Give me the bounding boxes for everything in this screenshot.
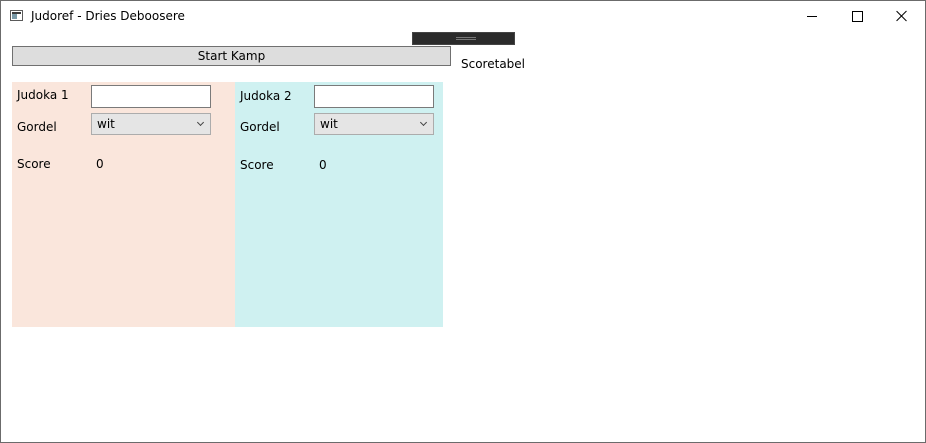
judoka-1-belt-value: wit <box>97 117 115 131</box>
start-kamp-button[interactable]: Start Kamp <box>12 46 451 66</box>
window-title: Judoref - Dries Deboosere <box>31 9 185 23</box>
maximize-button[interactable] <box>834 1 880 31</box>
maximize-icon <box>851 10 863 22</box>
minimize-icon <box>807 15 817 17</box>
close-button[interactable] <box>879 1 925 31</box>
judoka-1-panel: Judoka 1 Gordel wit Score 0 <box>12 82 235 327</box>
judoka-1-score-label: Score <box>17 157 51 171</box>
judoka-2-label: Judoka 2 <box>240 89 292 103</box>
minimize-button[interactable] <box>789 1 835 31</box>
main-window: Judoref - Dries Deboosere Start Kamp Sco… <box>0 0 926 443</box>
judoka-2-score-label: Score <box>240 158 274 172</box>
judoka-1-name-input[interactable] <box>91 85 211 108</box>
judoka-1-label: Judoka 1 <box>17 88 69 102</box>
judoka-2-belt-select[interactable]: wit <box>314 113 434 135</box>
judoka-1-score-value: 0 <box>96 157 104 171</box>
chevron-down-icon <box>196 118 205 127</box>
judoka-1-belt-label: Gordel <box>17 120 57 134</box>
judoka-2-panel: Judoka 2 Gordel wit Score 0 <box>235 82 443 327</box>
title-bar[interactable]: Judoref - Dries Deboosere <box>1 1 925 31</box>
chevron-down-icon <box>419 118 428 127</box>
judoka-2-name-input[interactable] <box>314 85 434 108</box>
grip-icon <box>456 37 476 40</box>
judoka-2-belt-value: wit <box>320 117 338 131</box>
app-window-icon <box>10 10 23 21</box>
judoka-1-belt-select[interactable]: wit <box>91 113 211 135</box>
close-icon <box>896 10 908 22</box>
scoretabel-label: Scoretabel <box>461 57 526 71</box>
judoka-2-score-value: 0 <box>319 158 327 172</box>
judoka-2-belt-label: Gordel <box>240 120 280 134</box>
grid-splitter[interactable] <box>412 32 515 45</box>
